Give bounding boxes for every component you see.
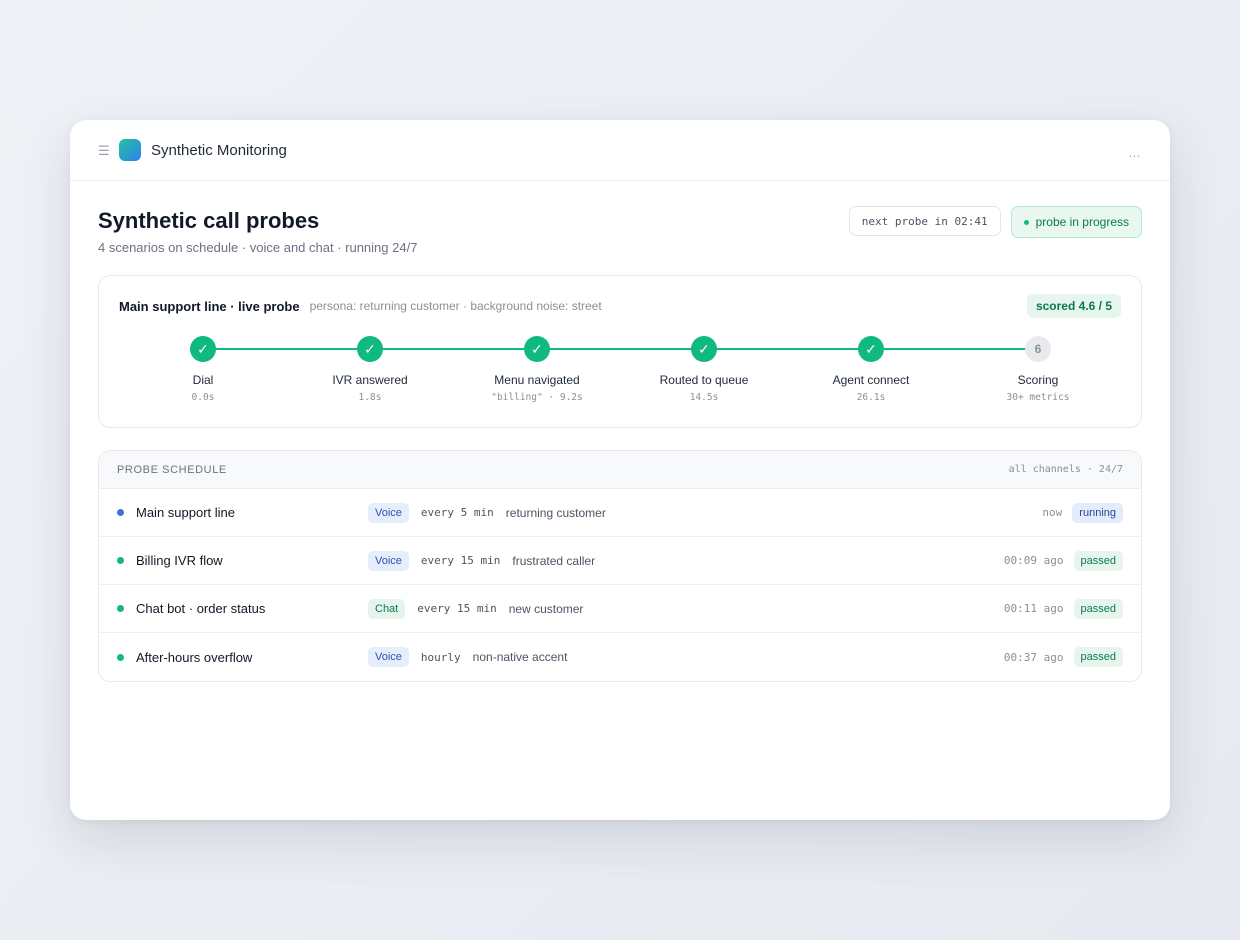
check-icon: ✓ [190,336,216,362]
page-heading: Synthetic call probes 4 scenarios on sch… [98,205,417,255]
probe-frequency: every 15 min [417,602,497,615]
probe-frequency: every 15 min [420,554,501,567]
step-agent-connect: ✓ Agent connect 26.1s [791,336,951,403]
app-window: ☰ Synthetic Monitoring … Synthetic call … [70,120,1170,820]
status-dot-icon [117,605,124,612]
live-probe-meta: persona: returning customer · background… [309,299,602,313]
page-header: Synthetic call probes 4 scenarios on sch… [98,205,1142,255]
schedule-row[interactable]: Billing IVR flow Voice every 15 min frustra… [99,537,1141,585]
next-probe-timer: next probe in 02:41 [848,206,1001,236]
menu-icon[interactable]: ☰ [98,144,110,157]
last-run-time: now [1042,506,1063,519]
score-badge: scored 4.6 / 5 [1026,294,1121,318]
live-probe-card: Main support line · live probe persona: … [98,275,1142,428]
header-actions: next probe in 02:41 probe in progress [848,206,1142,238]
probe-stepper: ✓ Dial 0.0s ✓ IVR answered 1.8s ✓ Menu navigate… [119,336,1121,416]
page-title: Synthetic call probes [98,208,320,233]
schedule-title: Probe schedule [117,463,227,476]
step-label: Scoring [1017,373,1059,387]
probe-progress-badge[interactable]: probe in progress [1010,206,1142,238]
page-subtitle: 4 scenarios on schedule · voice and chat… [98,240,418,255]
status-dot-icon [117,653,124,661]
step-dial: ✓ Dial 0.0s [123,336,283,403]
check-icon: ✓ [357,336,383,362]
channel-tag: Voice [368,550,409,571]
probe-frequency: every 5 min [420,506,494,519]
app-title: Synthetic Monitoring [151,141,287,159]
status-dot-icon [117,557,124,564]
live-probe-title: Main support line · live probe [119,298,300,314]
probe-name: Main support line [136,505,235,520]
probe-persona: non-native accent [472,650,568,664]
probe-name: After-hours overflow [136,649,253,665]
probe-persona: new customer [508,601,584,616]
step-scoring: 6 Scoring 30+ metrics [958,336,1118,403]
probe-persona: frustrated caller [512,553,596,568]
status-badge: running [1072,502,1123,523]
step-duration: 14.5s [689,392,719,403]
last-run-time: 00:11 ago [1003,602,1064,615]
step-label: Dial [192,373,214,387]
check-icon: ✓ [691,336,717,362]
probe-persona: returning customer [505,505,606,520]
step-duration: 30+ metrics [1006,392,1070,403]
more-icon[interactable]: … [1128,145,1142,160]
schedule-row[interactable]: After-hours overflow Voice hourly non-nativ… [99,633,1141,681]
channel-tag: Chat [368,598,406,619]
channel-tag: Voice [368,502,409,523]
step-number: 6 [1025,336,1051,362]
channel-tag: Voice [368,647,409,667]
probe-name: Billing IVR flow [136,553,223,568]
check-icon: ✓ [858,336,884,362]
step-duration: 1.8s [358,392,382,403]
schedule-header: Probe schedule all channels · 24/7 [99,451,1141,489]
last-run-time: 00:09 ago [1003,554,1064,567]
step-menu-navigated: ✓ Menu navigated "billing" · 9.2s [457,336,617,403]
step-label: Agent connect [832,373,910,387]
step-label: Menu navigated [494,373,580,387]
status-badge: passed [1073,550,1123,571]
status-dot-icon [117,509,124,516]
progress-dot-icon [1023,219,1029,225]
main-content: Synthetic call probes 4 scenarios on sch… [70,181,1170,706]
step-duration: "billing" · 9.2s [491,392,583,403]
last-run-time: 00:37 ago [1003,650,1064,664]
probe-schedule: Probe schedule all channels · 24/7 Main … [98,450,1142,682]
schedule-rows: Main support line Voice every 5 min returni… [99,489,1141,681]
step-routed-to-queue: ✓ Routed to queue 14.5s [624,336,784,403]
status-badge: passed [1073,598,1123,619]
status-badge: passed [1073,647,1123,667]
step-duration: 26.1s [856,392,886,403]
probe-frequency: hourly [420,650,461,664]
schedule-row[interactable]: Main support line Voice every 5 min returni… [99,489,1141,537]
probe-name: Chat bot · order status [136,601,266,616]
step-label: Routed to queue [659,373,749,387]
title-bar: ☰ Synthetic Monitoring … [70,120,1170,181]
check-icon: ✓ [524,336,550,362]
live-probe-header: Main support line · live probe persona: … [119,294,1121,318]
schedule-meta: all channels · 24/7 [1008,464,1123,475]
schedule-row[interactable]: Chat bot · order status Chat every 15 min n… [99,585,1141,633]
step-label: IVR answered [332,373,408,387]
step-duration: 0.0s [191,392,215,403]
step-ivr-answered: ✓ IVR answered 1.8s [290,336,450,403]
app-logo [119,139,141,161]
probe-progress-label: probe in progress [1035,215,1129,229]
